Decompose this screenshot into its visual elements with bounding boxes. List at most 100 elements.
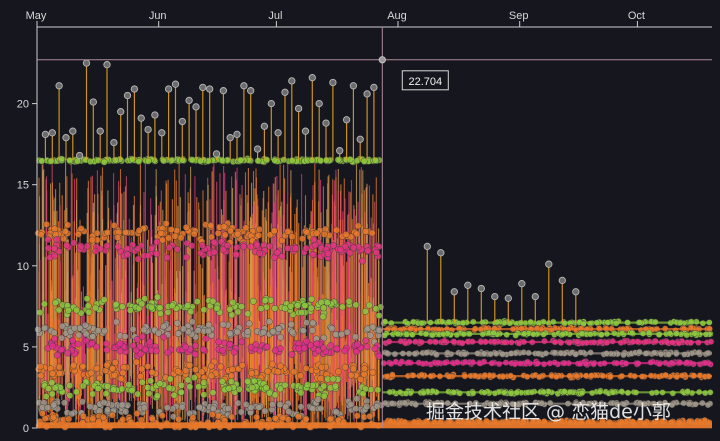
data-point <box>119 369 127 377</box>
data-point <box>353 395 361 403</box>
data-point <box>268 360 276 368</box>
data-point <box>314 396 322 404</box>
data-point <box>53 235 61 243</box>
data-point <box>87 369 95 377</box>
data-point <box>42 393 50 400</box>
data-point <box>79 362 87 370</box>
data-point <box>186 383 194 391</box>
spike-point <box>75 151 84 160</box>
data-point <box>297 403 305 411</box>
data-point <box>78 398 86 406</box>
data-point <box>303 337 311 345</box>
data-point <box>86 158 94 165</box>
data-point <box>359 390 367 398</box>
data-point <box>288 233 296 241</box>
data-point <box>308 295 315 303</box>
data-point <box>209 297 217 305</box>
data-point <box>44 244 52 252</box>
y-tick-label: 5 <box>23 342 29 354</box>
data-point <box>292 244 300 252</box>
data-point <box>328 325 336 332</box>
data-point <box>232 250 240 258</box>
data-point <box>187 308 195 316</box>
data-point <box>375 352 383 360</box>
data-point <box>66 392 74 400</box>
data-point <box>92 304 99 312</box>
data-point <box>294 413 302 421</box>
spike-point <box>144 125 152 134</box>
data-point <box>298 235 306 243</box>
data-point <box>225 385 233 392</box>
data-point <box>318 363 326 371</box>
data-point <box>129 342 137 350</box>
spike-point <box>545 260 553 268</box>
x-tick-label: Sep <box>509 10 529 22</box>
data-point <box>337 246 345 254</box>
data-point <box>244 328 252 336</box>
spike-point <box>518 280 526 288</box>
data-point <box>317 157 325 165</box>
data-point <box>116 340 124 348</box>
data-point <box>210 238 218 246</box>
data-point <box>287 320 295 328</box>
data-point <box>253 413 261 421</box>
data-point <box>320 230 328 238</box>
data-point <box>45 385 52 393</box>
spike-point <box>171 80 180 88</box>
data-point <box>135 227 143 234</box>
data-point <box>73 306 81 314</box>
data-point <box>47 157 55 165</box>
spike-point <box>315 99 323 108</box>
data-point <box>184 376 192 384</box>
spike-point <box>349 82 358 90</box>
data-point <box>156 304 164 312</box>
data-point <box>182 343 190 351</box>
y-tick-label: 20 <box>17 99 29 111</box>
spike-point <box>62 134 70 142</box>
data-point <box>94 327 102 334</box>
scatter-chart[interactable]: 0 5 10 15 20 May Jun Jul Aug Sep Oct 22.704 掘金技术社区… <box>0 0 720 441</box>
data-point <box>338 330 346 338</box>
spike-point <box>477 284 485 293</box>
spike-point <box>504 294 512 302</box>
data-point <box>219 246 227 254</box>
chart-container: 0 5 10 15 20 May Jun Jul Aug Sep Oct 22.704 掘金技术社区… <box>0 0 720 441</box>
data-point <box>83 242 91 250</box>
spike-point <box>363 90 371 98</box>
data-point <box>138 365 146 373</box>
data-point <box>118 303 126 311</box>
data-point <box>332 330 340 338</box>
data-point <box>208 410 216 418</box>
data-point <box>346 156 354 163</box>
data-point <box>207 372 215 380</box>
data-point <box>284 227 292 235</box>
data-point <box>146 338 154 346</box>
data-point <box>188 156 196 164</box>
data-point <box>53 351 61 359</box>
spike-point <box>96 127 104 135</box>
data-point <box>347 371 355 379</box>
data-point <box>280 156 288 164</box>
data-point <box>269 401 276 408</box>
spike-point <box>164 85 173 93</box>
data-point <box>179 325 187 333</box>
data-point <box>64 306 72 314</box>
data-point <box>373 249 380 257</box>
y-tick-label: 0 <box>23 423 29 435</box>
spike-point <box>260 122 269 130</box>
spike-point <box>130 85 139 93</box>
data-point <box>233 243 241 251</box>
data-point <box>192 342 199 350</box>
data-point <box>274 368 282 376</box>
data-point <box>301 302 309 310</box>
data-point <box>326 415 334 423</box>
data-point <box>209 389 217 397</box>
data-point <box>104 229 112 236</box>
data-point <box>310 236 318 244</box>
data-point <box>363 343 371 351</box>
data-point <box>79 412 87 420</box>
spike-point <box>240 82 248 90</box>
data-point <box>229 298 237 306</box>
data-point <box>188 318 196 326</box>
data-point <box>109 365 117 373</box>
